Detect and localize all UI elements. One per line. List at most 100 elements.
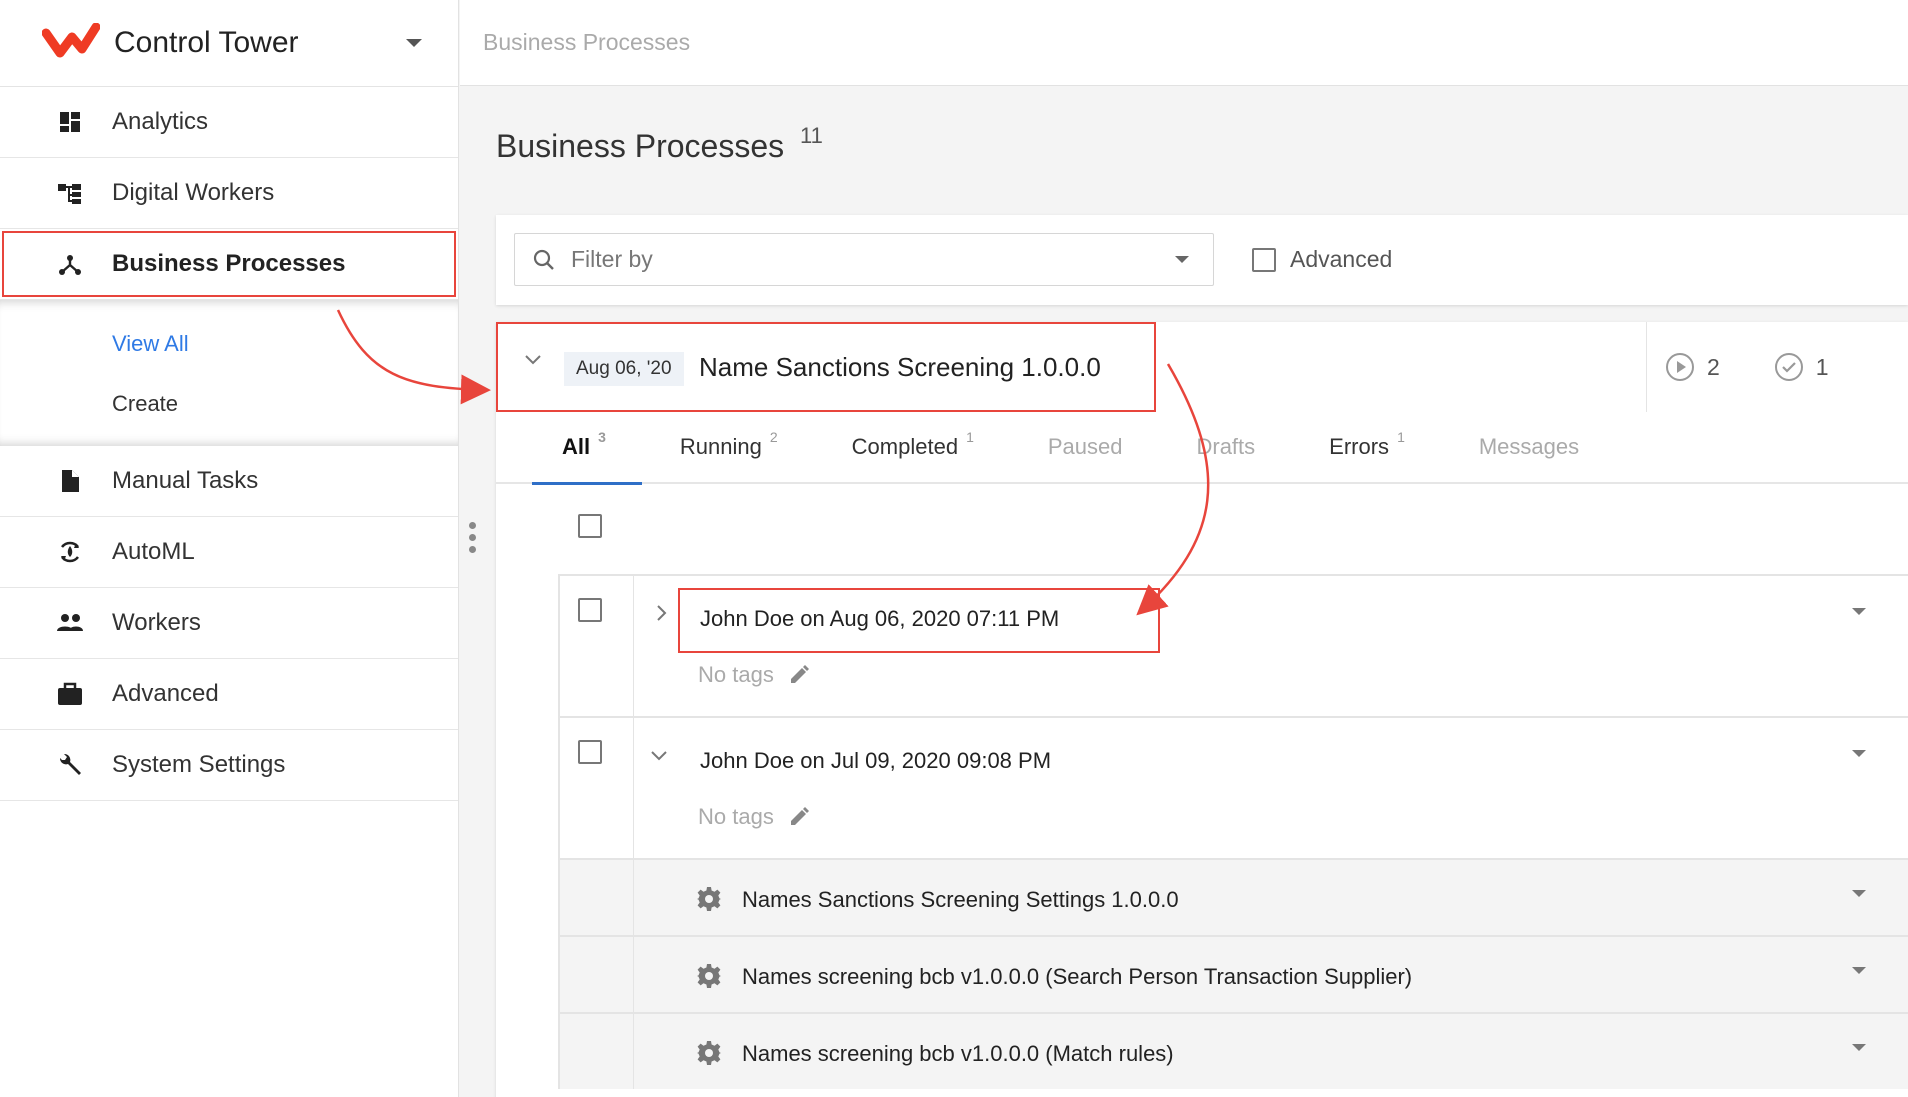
sidebar-item-label: Business Processes	[112, 250, 346, 277]
hierarchy-icon	[56, 179, 84, 207]
tab-running[interactable]: Running 2	[680, 411, 778, 483]
process-name[interactable]: Name Sanctions Screening 1.0.0.0	[699, 352, 1101, 383]
tab-all[interactable]: All 3	[532, 411, 642, 485]
step-row[interactable]: Names screening bcb v1.0.0.0 (Match rule…	[558, 1012, 1908, 1089]
app-title: Control Tower	[114, 26, 299, 59]
gear-icon	[697, 1041, 721, 1065]
step-row[interactable]: Names Sanctions Screening Settings 1.0.0…	[558, 858, 1908, 935]
sidebar-item-automl[interactable]: AutoML	[0, 517, 458, 588]
pencil-icon[interactable]	[788, 664, 810, 686]
step-label: Names screening bcb v1.0.0.0 (Match rule…	[742, 1041, 1174, 1066]
dot-icon	[469, 546, 476, 553]
filter-bar: Filter by Advanced	[496, 215, 1908, 305]
automl-icon	[56, 538, 84, 566]
tab-count: 2	[769, 429, 778, 445]
row-spacer-cell	[560, 860, 634, 935]
sidebar-item-label: AutoML	[112, 538, 195, 565]
chevron-down-icon[interactable]	[1852, 750, 1866, 757]
select-all-checkbox[interactable]	[578, 514, 602, 538]
sidebar: Control Tower Analytics Digital Workers …	[0, 0, 459, 1097]
page-count: 11	[800, 123, 823, 148]
tags-label: No tags	[698, 804, 774, 829]
sidebar-item-label: Advanced	[112, 680, 219, 707]
tab-drafts[interactable]: Drafts	[1196, 411, 1255, 483]
completed-stat[interactable]: 1	[1774, 352, 1829, 382]
dashboard-icon	[56, 108, 84, 136]
tab-errors[interactable]: Errors 1	[1329, 411, 1405, 483]
sidebar-resize-handle[interactable]	[469, 522, 479, 558]
chevron-down-icon[interactable]	[524, 354, 542, 366]
filter-placeholder: Filter by	[571, 246, 653, 272]
step-row[interactable]: Names screening bcb v1.0.0.0 (Search Per…	[558, 935, 1908, 1012]
submenu-create[interactable]: Create	[0, 374, 458, 434]
sidebar-item-label: Workers	[112, 609, 201, 636]
run-tags: No tags	[698, 804, 810, 830]
row-spacer-cell	[560, 937, 634, 1012]
advanced-checkbox[interactable]	[1252, 247, 1276, 272]
tab-count: 1	[966, 429, 974, 445]
document-icon	[56, 467, 84, 495]
chevron-down-icon[interactable]	[406, 39, 422, 47]
business-processes-submenu: View All Create	[0, 300, 458, 446]
run-author-date: John Doe on Jul 09, 2020 09:08 PM	[700, 748, 1052, 773]
chevron-down-icon[interactable]	[1852, 608, 1866, 615]
row-checkbox[interactable]	[578, 598, 602, 622]
chevron-down-icon[interactable]	[1852, 967, 1866, 974]
check-circle-icon	[1774, 353, 1803, 381]
gear-icon	[697, 964, 721, 988]
sidebar-item-system-settings[interactable]: System Settings	[0, 730, 458, 801]
pencil-icon[interactable]	[788, 806, 810, 828]
brand-header[interactable]: Control Tower	[0, 0, 458, 87]
sidebar-item-digital-workers[interactable]: Digital Workers	[0, 158, 458, 229]
run-author-date: John Doe on Aug 06, 2020 07:11 PM	[700, 606, 1060, 631]
running-stat[interactable]: 2	[1665, 352, 1720, 382]
sidebar-item-label: System Settings	[112, 751, 286, 778]
tab-count: 3	[598, 429, 606, 445]
people-icon	[56, 609, 84, 637]
briefcase-icon	[56, 680, 84, 708]
filter-input[interactable]: Filter by	[514, 233, 1214, 286]
chevron-right-icon[interactable]	[656, 604, 668, 622]
tab-paused[interactable]: Paused	[1048, 411, 1123, 483]
run-row[interactable]: John Doe on Jul 09, 2020 09:08 PM No tag…	[558, 716, 1908, 858]
page-title: Business Processes	[496, 128, 785, 164]
run-tags: No tags	[698, 662, 810, 688]
row-checkbox-cell	[560, 718, 634, 858]
sidebar-item-label: Manual Tasks	[112, 467, 259, 494]
tab-label: Messages	[1478, 434, 1580, 459]
row-checkbox[interactable]	[578, 740, 602, 764]
advanced-toggle[interactable]: Advanced	[1252, 246, 1392, 273]
tab-label: All	[562, 434, 591, 459]
completed-count: 1	[1815, 353, 1829, 380]
run-row[interactable]: John Doe on Aug 06, 2020 07:11 PM No tag…	[558, 574, 1908, 716]
wrench-icon	[56, 751, 84, 779]
tab-count: 1	[1397, 429, 1405, 445]
control-tower-logo	[42, 23, 100, 58]
chevron-down-icon[interactable]	[1175, 256, 1189, 263]
gear-icon	[697, 887, 721, 911]
process-stats: 2 1	[1646, 322, 1883, 412]
search-icon	[533, 249, 554, 270]
sidebar-item-business-processes[interactable]: Business Processes	[0, 229, 458, 300]
process-header[interactable]: Aug 06, '20 Name Sanctions Screening 1.0…	[496, 322, 1908, 412]
tab-completed[interactable]: Completed 1	[852, 411, 974, 483]
sidebar-item-label: Digital Workers	[112, 179, 275, 206]
sidebar-item-workers[interactable]: Workers	[0, 588, 458, 659]
breadcrumb[interactable]: Business Processes	[483, 29, 690, 56]
chevron-down-icon[interactable]	[650, 750, 668, 762]
tab-label: Paused	[1047, 434, 1123, 459]
tab-label: Errors	[1329, 434, 1390, 459]
chevron-down-icon[interactable]	[1852, 1044, 1866, 1051]
sidebar-item-manual-tasks[interactable]: Manual Tasks	[0, 446, 458, 517]
chevron-down-icon[interactable]	[1852, 890, 1866, 897]
tab-label: Drafts	[1196, 434, 1256, 459]
sidebar-item-analytics[interactable]: Analytics	[0, 87, 458, 158]
process-date-chip: Aug 06, '20	[564, 352, 684, 386]
row-spacer-cell	[560, 1014, 634, 1089]
tab-label: Running	[679, 434, 762, 459]
submenu-view-all[interactable]: View All	[0, 314, 458, 374]
process-card: Aug 06, '20 Name Sanctions Screening 1.0…	[496, 322, 1908, 1097]
tab-messages[interactable]: Messages	[1479, 411, 1579, 483]
sidebar-item-advanced[interactable]: Advanced	[0, 659, 458, 730]
play-circle-icon	[1666, 353, 1694, 381]
